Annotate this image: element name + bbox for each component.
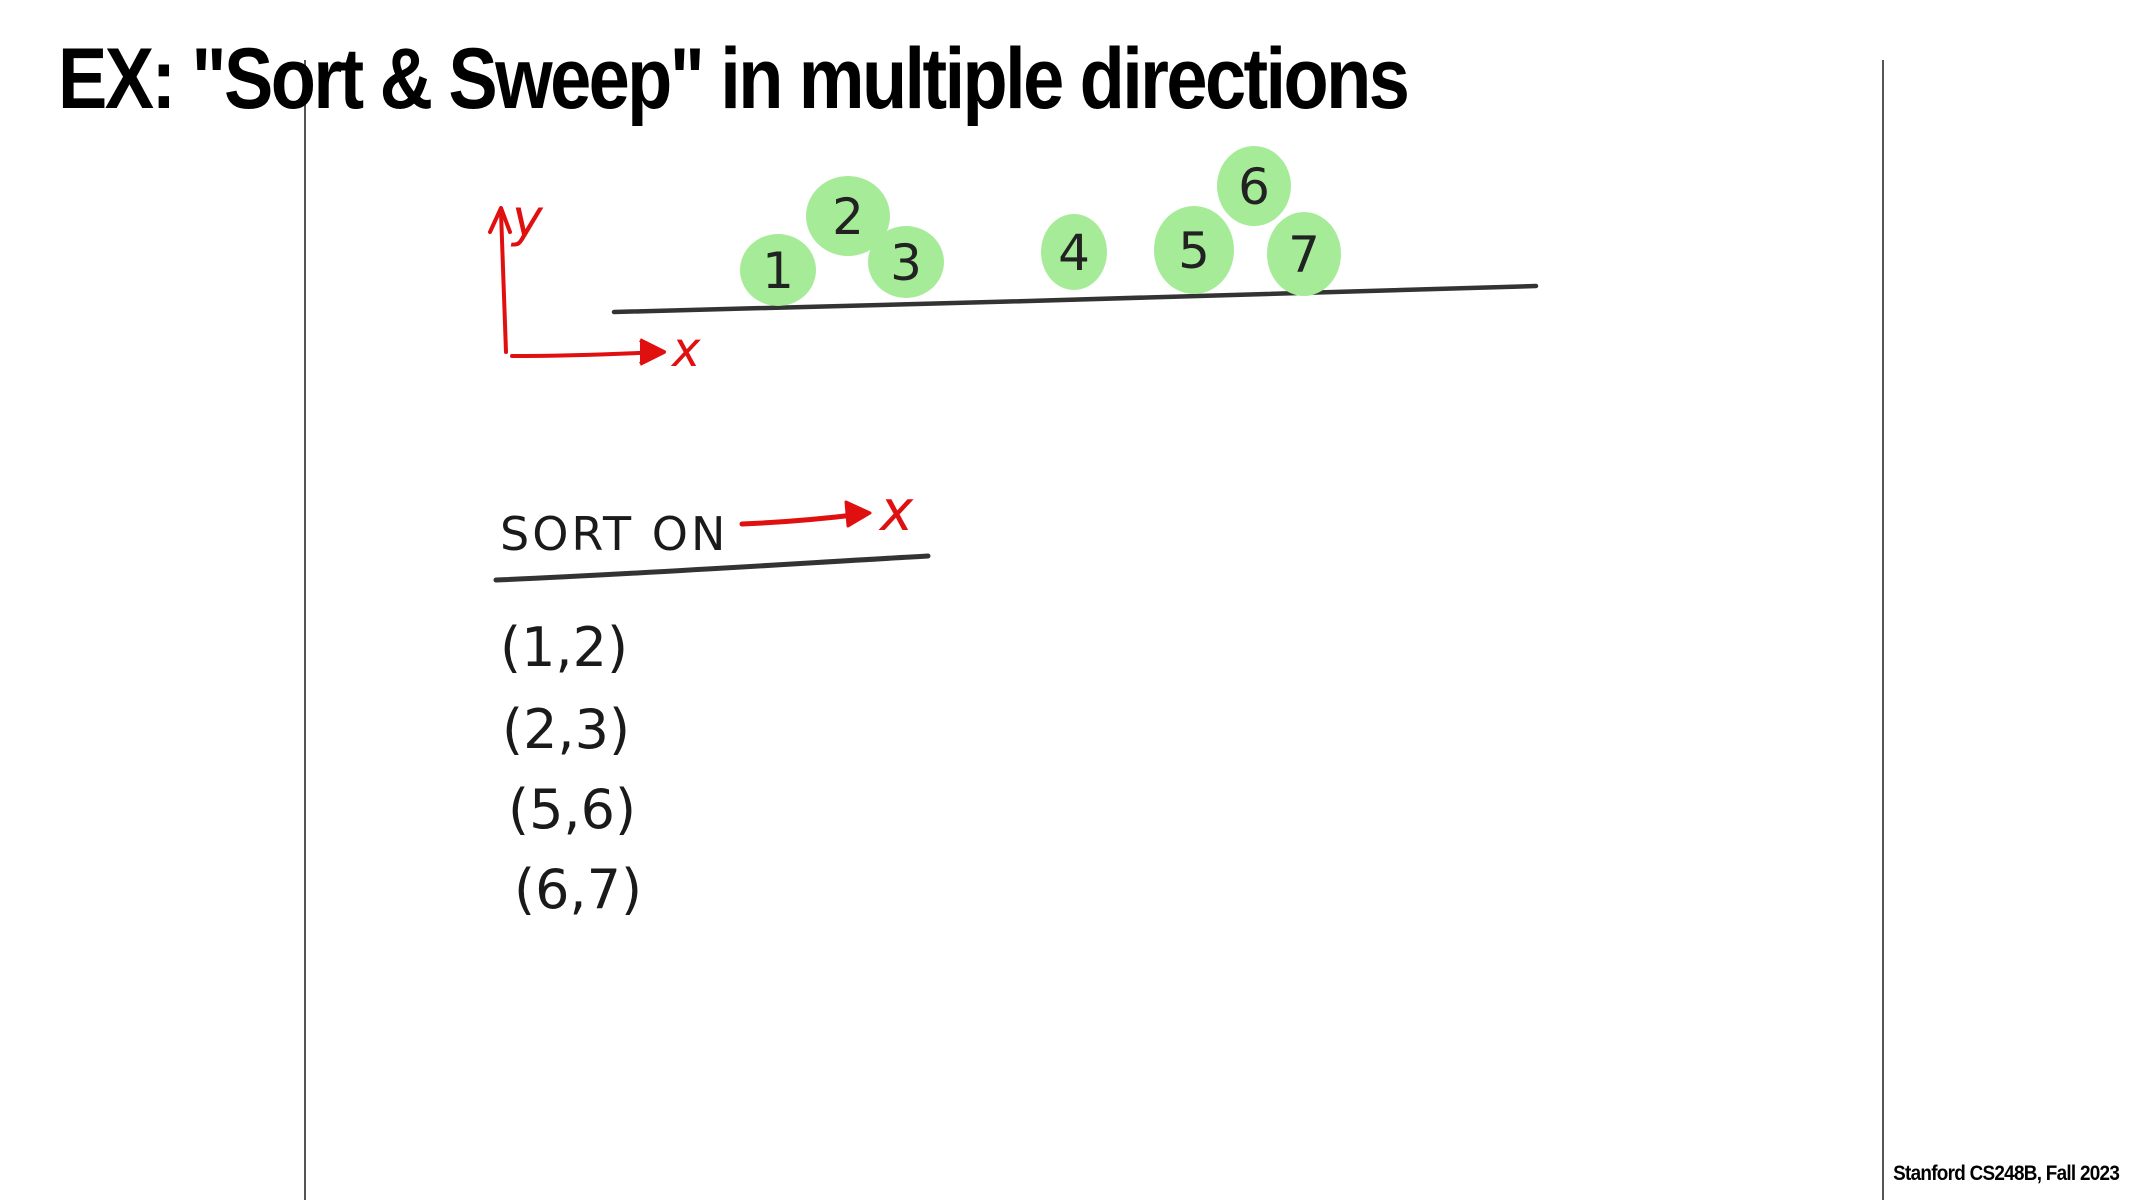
object-label: 7 (1288, 226, 1320, 284)
object-6: 6 (1217, 146, 1291, 226)
sort-arrowhead (844, 500, 872, 528)
slide-title: EX: "Sort & Sweep" in multiple direction… (58, 31, 1410, 127)
object-1: 1 (740, 234, 816, 306)
pair-list: (1,2) (2,3) (5,6) (6,7) (500, 616, 642, 921)
object-label: 6 (1238, 158, 1270, 216)
axes: y x (488, 189, 701, 378)
objects: 1 2 3 4 5 6 7 (740, 146, 1341, 306)
object-3: 3 (868, 226, 944, 298)
pair-item: (2,3) (502, 698, 630, 761)
object-5: 5 (1154, 206, 1234, 294)
sort-heading: SORT ON x (493, 479, 931, 583)
pair-item: (1,2) (500, 616, 628, 679)
object-label: 1 (762, 242, 794, 300)
object-label: 3 (890, 234, 922, 292)
pair-item: (5,6) (508, 778, 636, 841)
x-axis-label: x (670, 322, 701, 378)
object-label: 4 (1058, 224, 1090, 282)
object-label: 5 (1178, 222, 1210, 280)
x-axis-arrowhead (639, 338, 666, 366)
sort-arrow (739, 511, 865, 527)
object-4: 4 (1041, 214, 1107, 290)
whiteboard-drawing: y x 1 2 3 4 5 6 7 SORT ON x (1,2) (2,3) … (488, 146, 1539, 921)
object-label: 2 (832, 188, 864, 246)
x-axis-arrow (510, 350, 662, 358)
object-7: 7 (1267, 212, 1341, 296)
sort-target-label: x (878, 479, 914, 544)
y-axis-label: y (510, 189, 544, 249)
sort-heading-text: SORT ON (500, 507, 728, 561)
pair-item: (6,7) (514, 858, 642, 921)
y-axis-arrow (499, 210, 508, 354)
